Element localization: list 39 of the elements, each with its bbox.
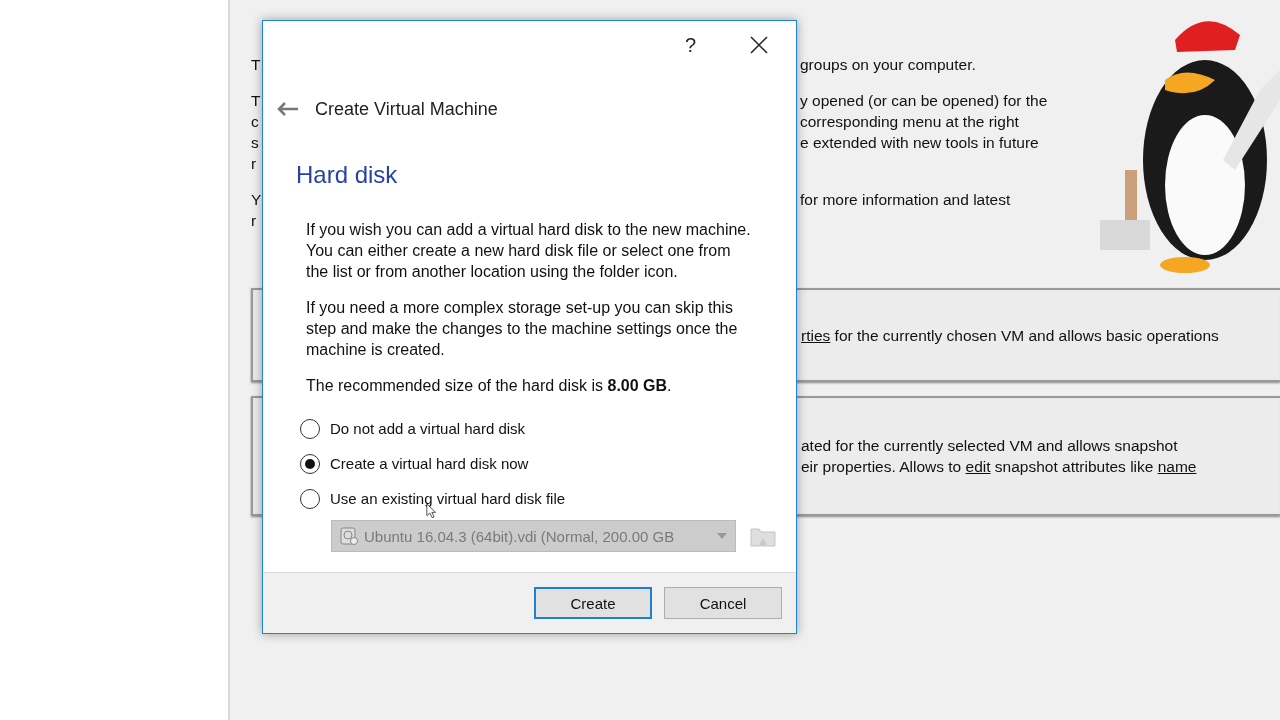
page-heading: Hard disk: [296, 161, 399, 189]
link[interactable]: edit: [965, 458, 991, 475]
text-fragment: s: [251, 133, 259, 151]
description-line: the list or from another location using the folder icon.: [306, 262, 679, 282]
text-fragment: c: [251, 112, 259, 130]
text-fragment: groups on your computer.: [800, 55, 976, 73]
help-button[interactable]: ?: [684, 33, 696, 57]
dialog-button[interactable]: Create: [534, 587, 652, 619]
text-fragment: e extended with new tools in future: [800, 133, 1039, 151]
dialog-title: Create Virtual Machine: [315, 98, 498, 120]
description-line: machine is created.: [306, 340, 446, 360]
text-fragment: corresponding menu at the right: [800, 112, 1019, 130]
panel-text: eir properties. Allows to edit snapshot attributes like name: [801, 457, 1198, 477]
text-fragment: Y: [251, 190, 262, 208]
panel-text: rties for the currently chosen VM and allows basic operations: [801, 325, 1220, 346]
description-line: You can either create a new hard disk file or select one from: [306, 241, 732, 261]
close-icon[interactable]: [750, 36, 768, 54]
panel-text: ated for the currently selected VM and allows snapshot: [801, 436, 1179, 456]
radio-label[interactable]: Use an existing virtual hard disk file: [330, 490, 566, 507]
link[interactable]: name: [1157, 458, 1197, 475]
back-arrow-icon[interactable]: [277, 102, 299, 116]
link[interactable]: rties: [801, 326, 831, 344]
description-line: step and make the changes to the machine settings once the: [306, 319, 739, 339]
text-fragment: T: [251, 55, 261, 73]
description-line: If you wish you can add a virtual hard disk to the new machine.: [306, 220, 752, 240]
description-line: If you need a more complex storage set-up you can skip this: [306, 298, 734, 318]
description-line: The recommended size of the hard disk is 8.00 GB.: [306, 376, 673, 396]
dropdown-arrow-icon: [717, 533, 727, 539]
radio-label[interactable]: Do not add a virtual hard disk: [330, 420, 526, 437]
text-fragment: y opened (or can be opened) for the: [800, 91, 1048, 109]
text-fragment: r: [251, 211, 257, 229]
dialog-button[interactable]: Cancel: [664, 587, 782, 619]
radio-button[interactable]: [300, 418, 320, 439]
radio-button[interactable]: [300, 488, 320, 509]
text-fragment: T: [251, 91, 261, 109]
radio-button[interactable]: [300, 453, 320, 474]
text-fragment: r: [251, 154, 257, 172]
radio-label[interactable]: Create a virtual hard disk now: [330, 455, 529, 472]
text-fragment: for more information and latest: [800, 190, 1011, 208]
